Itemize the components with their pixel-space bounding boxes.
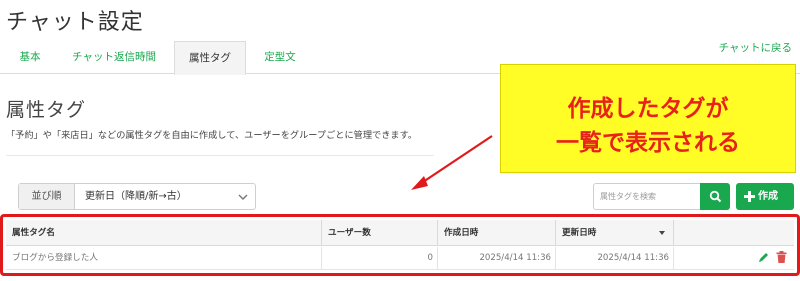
callout-line-1: 作成したタグが [567, 96, 729, 122]
create-button[interactable]: 作成 [736, 183, 794, 210]
pencil-icon[interactable] [758, 251, 770, 263]
chevron-down-icon [238, 194, 248, 200]
column-header-created[interactable]: 作成日時 [438, 220, 556, 246]
column-header-updated[interactable]: 更新日時 [556, 220, 674, 246]
column-header-actions [674, 220, 794, 246]
section-description: 「予約」や「来店日」などの属性タグを自由に作成して、ユーザーをグループごとに管理… [6, 130, 418, 141]
back-to-chat-link[interactable]: チャットに戻る [719, 40, 792, 55]
plus-icon [744, 191, 755, 202]
sort-desc-icon [659, 231, 665, 235]
search-icon [709, 190, 722, 203]
cell-user-count: 0 [322, 247, 438, 269]
column-header-tag-name[interactable]: 属性タグ名 [6, 220, 322, 246]
callout-line-2: 一覧で表示される [556, 130, 740, 156]
row-divider [6, 269, 794, 270]
tag-search-input[interactable] [593, 183, 701, 210]
tab-reply-time[interactable]: チャット返信時間 [60, 41, 168, 74]
section-title: 属性タグ [6, 99, 87, 121]
sort-select[interactable]: 並び順 更新日（降順/新→古） [18, 183, 256, 210]
search-button[interactable] [700, 183, 730, 210]
tab-templates[interactable]: 定型文 [252, 41, 308, 74]
sort-value: 更新日（降順/新→古） [85, 191, 187, 202]
page-title: チャット設定 [6, 10, 144, 35]
divider [6, 155, 434, 156]
sort-label: 並び順 [19, 184, 75, 209]
column-header-user-count[interactable]: ユーザー数 [322, 220, 438, 246]
tags-table: 属性タグ名 ユーザー数 作成日時 更新日時 ブログから登録した人 0 2025/… [6, 220, 794, 270]
create-button-label: 作成 [758, 191, 778, 202]
cell-created: 2025/4/14 11:36 [438, 247, 556, 269]
tab-basic[interactable]: 基本 [8, 41, 52, 74]
tab-attribute-tags[interactable]: 属性タグ [174, 41, 246, 75]
cell-tag-name[interactable]: ブログから登録した人 [6, 247, 322, 269]
column-header-updated-label: 更新日時 [562, 228, 597, 238]
annotation-callout: 作成したタグが 一覧で表示される [500, 64, 796, 173]
cell-updated: 2025/4/14 11:36 [556, 247, 674, 269]
trash-icon[interactable] [776, 251, 787, 263]
